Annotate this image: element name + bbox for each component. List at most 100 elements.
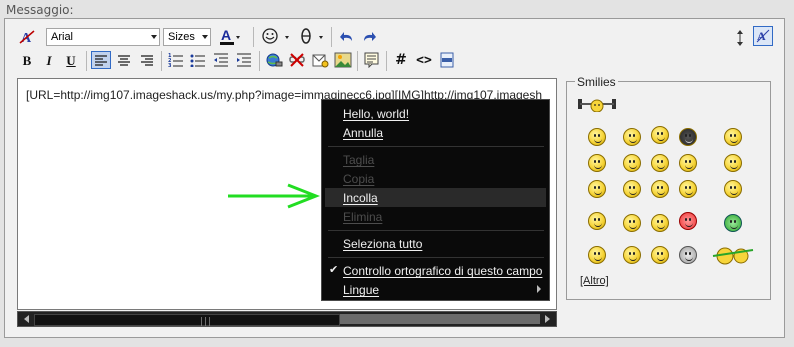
align-center-icon [118,55,130,66]
align-left-icon [95,55,107,66]
smiley-icon[interactable] [651,246,669,264]
smiley-confused-icon[interactable] [588,212,606,230]
toggle-editor-mode-icon[interactable]: A [753,26,773,46]
smiley-icon[interactable] [724,180,742,198]
smiley-angry-icon[interactable] [623,154,641,172]
grip-icon: ||| [200,317,213,327]
scrollbar-track[interactable] [340,314,540,324]
smiley-eek-icon[interactable] [588,180,606,198]
insert-code-button[interactable]: <> [414,51,434,69]
redo-icon[interactable] [360,28,378,46]
font-family-select[interactable]: Arial [46,28,160,46]
bold-button[interactable]: B [17,52,37,70]
ordered-list-icon: 123 [168,53,183,67]
smiley-weightlifter-icon[interactable] [578,96,616,115]
globe-link-icon [266,53,283,67]
svg-text:3: 3 [168,63,172,67]
align-left-button[interactable] [91,51,111,69]
menu-item-paste[interactable]: Incolla [343,191,378,205]
smiley-alien-icon[interactable] [679,246,697,264]
toolbar-separator [386,51,387,71]
insert-image-button[interactable] [333,51,353,69]
toolbar-separator [357,51,358,71]
remove-link-button[interactable] [287,51,307,69]
smiley-laugh-icon[interactable] [651,126,669,144]
smiley-picker-icon[interactable] [261,27,291,47]
ordered-list-button[interactable]: 123 [166,51,186,69]
toolbar-separator [86,51,87,71]
menu-item-select-all[interactable]: Seleziona tutto [343,237,422,251]
smiley-icon[interactable] [724,154,742,172]
smiley-glasses-icon[interactable] [679,154,697,172]
smiley-shocked-icon[interactable] [588,154,606,172]
toolbar-separator [331,27,332,47]
underline-button[interactable]: U [61,52,81,70]
scroll-left-icon[interactable] [24,315,29,323]
outdent-icon [214,53,228,67]
context-menu: Hello, world! Annulla Taglia Copia Incol… [321,99,550,301]
align-right-button[interactable] [137,51,157,69]
php-file-icon [440,52,454,68]
insert-quote-button[interactable] [362,51,382,69]
more-smilies-link[interactable]: [Altro] [580,275,609,287]
text-color-icon[interactable]: A [217,27,241,47]
smiley-wink-icon[interactable] [679,180,697,198]
menu-separator [328,230,544,231]
submenu-arrow-icon [537,285,541,293]
menu-item-undo[interactable]: Annulla [343,126,383,140]
menu-item-delete[interactable]: Elimina [343,210,382,224]
smiley-icon[interactable] [651,214,669,232]
insert-email-button[interactable] [310,51,330,69]
toolbar-separator [253,27,254,47]
menu-separator [328,257,544,258]
undo-icon[interactable] [338,28,356,46]
italic-button[interactable]: I [39,52,59,70]
scrollbar-thumb[interactable]: ||| [34,314,340,327]
outdent-button[interactable] [211,51,231,69]
checkmark-icon: ✔ [329,264,339,276]
unordered-list-icon [190,54,205,67]
insert-hash-button[interactable]: # [391,51,411,69]
insert-php-button[interactable] [437,51,457,69]
field-label: Messaggio: [6,3,74,17]
smiley-cool-icon[interactable] [679,128,697,146]
smiley-icon[interactable] [724,128,742,146]
menu-item-cut[interactable]: Taglia [343,153,374,167]
pointer-arrow-icon [228,183,321,212]
image-icon [334,52,352,68]
toolbar-separator [259,51,260,71]
smilies-title: Smilies [575,75,618,89]
code-icon: <> [416,52,432,68]
smiley-icon[interactable] [588,246,606,264]
special-char-icon[interactable] [297,27,327,47]
scroll-right-icon[interactable] [545,315,550,323]
menu-item-copy[interactable]: Copia [343,172,374,186]
smiley-icon[interactable] [623,128,641,146]
smiley-icon[interactable] [623,180,641,198]
email-icon [312,54,329,68]
resize-icon[interactable] [733,28,747,48]
chevron-down-icon [151,35,157,39]
menu-item-hello[interactable]: Hello, world! [343,107,409,121]
menu-item-spellcheck[interactable]: Controllo ortografico di questo campo [343,264,542,278]
smiley-hug-icon[interactable] [711,244,755,269]
unordered-list-button[interactable] [188,51,208,69]
menu-separator [328,146,544,147]
insert-link-button[interactable] [264,51,284,69]
smiley-love-icon[interactable] [679,212,697,230]
smiley-grin-icon[interactable] [651,154,669,172]
menu-item-languages[interactable]: Lingue [343,283,379,297]
font-size-select[interactable]: Sizes [163,28,211,46]
align-right-icon [141,55,153,66]
smiley-icon[interactable] [588,128,606,146]
svg-text:A: A [221,27,231,43]
align-center-button[interactable] [114,51,134,69]
smiley-biggrin-icon[interactable] [651,180,669,198]
horizontal-scrollbar[interactable]: ||| [17,311,557,327]
smiley-icon[interactable] [623,246,641,264]
smiley-sick-icon[interactable] [724,214,742,232]
indent-button[interactable] [234,51,254,69]
remove-format-icon[interactable]: A [18,28,38,46]
smiley-icon[interactable] [623,214,641,232]
hash-icon: # [395,52,407,68]
